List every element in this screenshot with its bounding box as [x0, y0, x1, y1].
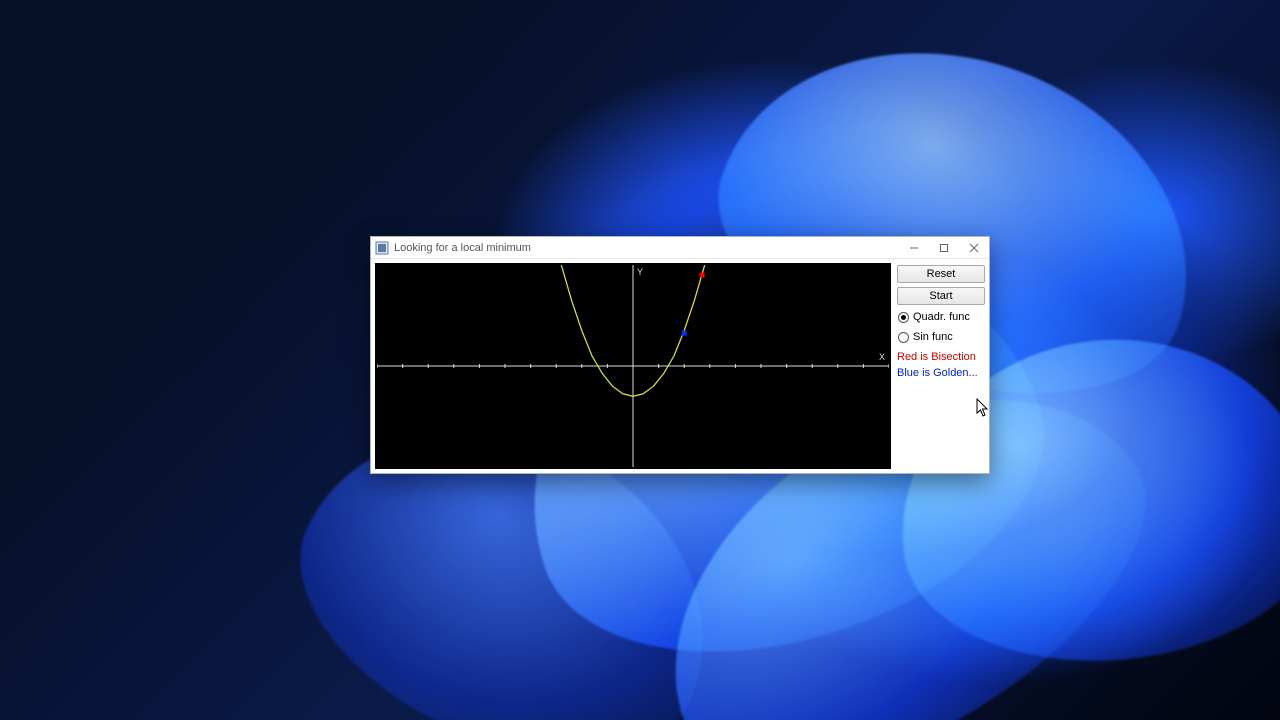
window-title: Looking for a local minimum: [394, 242, 899, 254]
start-button[interactable]: Start: [897, 287, 985, 305]
plot-svg: [377, 265, 889, 467]
maximize-button[interactable]: [929, 237, 959, 258]
minimize-button[interactable]: [899, 237, 929, 258]
radio-sin-label: Sin func: [913, 331, 953, 343]
radio-dot-icon: [898, 312, 909, 323]
radio-sin[interactable]: Sin func: [897, 329, 985, 345]
reset-button[interactable]: Reset: [897, 265, 985, 283]
radio-quadr[interactable]: Quadr. func: [897, 309, 985, 325]
radio-quadr-label: Quadr. func: [913, 311, 970, 323]
app-icon: [375, 241, 389, 255]
y-axis-label: Y: [637, 267, 643, 277]
titlebar[interactable]: Looking for a local minimum: [371, 237, 989, 259]
legend-bisection: Red is Bisection: [897, 351, 985, 363]
legend-golden: Blue is Golden...: [897, 367, 985, 379]
radio-dot-icon: [898, 332, 909, 343]
close-button[interactable]: [959, 237, 989, 258]
side-panel: Reset Start Quadr. func Sin func Red is …: [897, 263, 985, 469]
x-axis-label: X: [879, 352, 885, 362]
app-window: Looking for a local minimum X Y Reset St…: [370, 236, 990, 474]
plot-area: X Y: [375, 263, 891, 469]
